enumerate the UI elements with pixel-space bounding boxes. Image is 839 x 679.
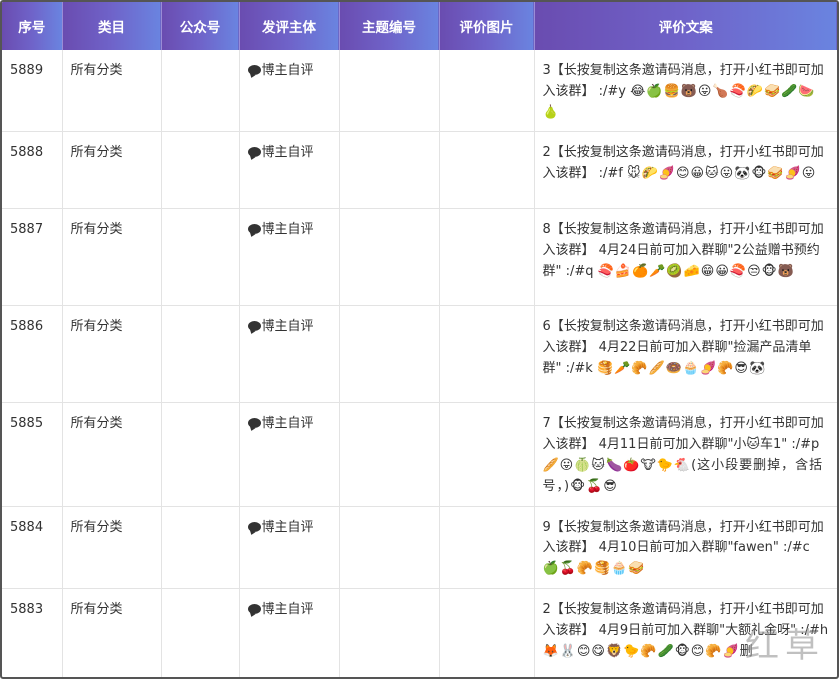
cell-account	[161, 588, 240, 677]
cell-copy[interactable]: 9【长按复制这条邀请码消息，打开小红书即可加入该群】 4月10日前可加入群聊"f…	[534, 506, 837, 589]
cell-topic	[339, 50, 440, 133]
cell-category: 所有分类	[62, 208, 162, 307]
cell-account	[161, 506, 240, 589]
cell-account	[161, 50, 240, 133]
review-table: 序号 类目 公众号 发评主体 主题编号 评价图片 评价文案 5889 所有分类 …	[2, 2, 837, 677]
copy-text: 9【长按复制这条邀请码消息，打开小红书即可加入该群】 4月10日前可加入群聊"f…	[542, 519, 824, 556]
table-row[interactable]: 5884 所有分类 博主自评 9【长按复制这条邀请码消息，打开小红书即可加入该群…	[2, 506, 837, 589]
cell-category: 所有分类	[62, 131, 162, 210]
cell-account	[161, 208, 240, 307]
cell-topic	[339, 506, 440, 589]
cell-copy[interactable]: 3【长按复制这条邀请码消息，打开小红书即可加入该群】 :/#y 😂🍏🍔🐻😛🍗🍣🌮…	[534, 50, 837, 133]
table-body: 5889 所有分类 博主自评 3【长按复制这条邀请码消息，打开小红书即可加入该群…	[2, 50, 837, 677]
cell-topic	[339, 402, 440, 507]
cell-id: 5883	[2, 588, 63, 677]
cell-category: 所有分类	[62, 305, 162, 404]
subject-label: 博主自评	[261, 319, 314, 335]
speech-bubble-icon	[247, 418, 261, 429]
emoji-string: 🥞🥕🥐🥖🍩🧁🍠🥐😎🐼	[596, 360, 767, 376]
table-row[interactable]: 5886 所有分类 博主自评 6【长按复制这条邀请码消息，打开小红书即可加入该群…	[2, 305, 837, 404]
header-copy[interactable]: 评价文案	[534, 2, 837, 50]
table-frame: 序号 类目 公众号 发评主体 主题编号 评价图片 评价文案 5889 所有分类 …	[0, 0, 839, 679]
cell-topic	[339, 131, 440, 210]
emoji-string: 🍏🍒🥐🥞🧁🥪	[542, 561, 646, 577]
speech-bubble-icon	[247, 321, 261, 332]
speech-bubble-icon	[247, 147, 261, 158]
table-row[interactable]: 5887 所有分类 博主自评 8【长按复制这条邀请码消息，打开小红书即可加入该群…	[2, 208, 837, 307]
cell-subject: 博主自评	[239, 506, 340, 589]
emoji-string: 🥖😛🍈🐱🍆🍅🐮🐤🐔(这小段要删掉，含括号，)🐵🍒😎	[542, 457, 824, 494]
cell-id: 5889	[2, 50, 63, 133]
cell-account	[161, 402, 240, 507]
cell-id: 5884	[2, 506, 63, 589]
cell-subject: 博主自评	[239, 131, 340, 210]
cell-image	[439, 588, 535, 677]
cell-copy[interactable]: 7【长按复制这条邀请码消息，打开小红书即可加入该群】 4月11日前可加入群聊"小…	[534, 402, 837, 507]
speech-bubble-icon	[247, 65, 261, 75]
header-category[interactable]: 类目	[62, 2, 162, 50]
cell-copy[interactable]: 2【长按复制这条邀请码消息，打开小红书即可加入该群】 4月9日前可加入群聊"大额…	[534, 588, 837, 677]
copy-text: 2【长按复制这条邀请码消息，打开小红书即可加入该群】 4月9日前可加入群聊"大额…	[542, 601, 829, 638]
header-subject[interactable]: 发评主体	[239, 2, 340, 50]
table-row[interactable]: 5888 所有分类 博主自评 2【长按复制这条邀请码消息，打开小红书即可加入该群…	[2, 131, 837, 210]
table-row[interactable]: 5883 所有分类 博主自评 2【长按复制这条邀请码消息，打开小红书即可加入该群…	[2, 588, 837, 677]
subject-label: 博主自评	[261, 63, 314, 78]
table-header: 序号 类目 公众号 发评主体 主题编号 评价图片 评价文案	[2, 2, 837, 50]
table-row[interactable]: 5889 所有分类 博主自评 3【长按复制这条邀请码消息，打开小红书即可加入该群…	[2, 50, 837, 133]
emoji-string: 🐭🌮🍠😊😀🐱😛🐼🐵🥪🍠😛	[627, 166, 817, 182]
cell-image	[439, 131, 535, 210]
cell-category: 所有分类	[62, 402, 162, 507]
cell-copy[interactable]: 6【长按复制这条邀请码消息，打开小红书即可加入该群】 4月22日前可加入群聊"捡…	[534, 305, 837, 404]
cell-id: 5888	[2, 131, 63, 210]
cell-topic	[339, 208, 440, 307]
header-id[interactable]: 序号	[2, 2, 63, 50]
cell-id: 5887	[2, 208, 63, 307]
subject-label: 博主自评	[261, 601, 314, 617]
cell-subject: 博主自评	[239, 588, 340, 677]
emoji-string: 🦊🐰😊😋🦁🐤🥐🥒🐵😊🥐🍠删	[542, 643, 754, 659]
cell-id: 5886	[2, 305, 63, 404]
cell-category: 所有分类	[62, 506, 162, 589]
cell-image	[439, 305, 535, 404]
cell-subject: 博主自评	[239, 50, 340, 133]
cell-image	[439, 402, 535, 507]
header-topic[interactable]: 主题编号	[339, 2, 440, 50]
cell-copy[interactable]: 2【长按复制这条邀请码消息，打开小红书即可加入该群】 :/#f 🐭🌮🍠😊😀🐱😛🐼…	[534, 131, 837, 210]
copy-text: 7【长按复制这条邀请码消息，打开小红书即可加入该群】 4月11日前可加入群聊"小…	[542, 416, 824, 453]
cell-subject: 博主自评	[239, 402, 340, 507]
cell-topic	[339, 588, 440, 677]
speech-bubble-icon	[247, 521, 261, 532]
cell-image	[439, 506, 535, 589]
cell-subject: 博主自评	[239, 305, 340, 404]
header-account[interactable]: 公众号	[161, 2, 240, 50]
subject-label: 博主自评	[261, 222, 314, 238]
header-image[interactable]: 评价图片	[439, 2, 535, 50]
subject-label: 博主自评	[261, 416, 314, 432]
table-row[interactable]: 5885 所有分类 博主自评 7【长按复制这条邀请码消息，打开小红书即可加入该群…	[2, 402, 837, 507]
cell-id: 5885	[2, 402, 63, 507]
cell-category: 所有分类	[62, 588, 162, 677]
cell-subject: 博主自评	[239, 208, 340, 307]
speech-bubble-icon	[247, 603, 261, 614]
subject-label: 博主自评	[261, 145, 314, 161]
cell-account	[161, 131, 240, 210]
cell-category: 所有分类	[62, 50, 162, 133]
speech-bubble-icon	[247, 224, 261, 235]
cell-image	[439, 208, 535, 307]
cell-copy[interactable]: 8【长按复制这条邀请码消息，打开小红书即可加入该群】 4月24日前可加入群聊"2…	[534, 208, 837, 307]
subject-label: 博主自评	[261, 519, 314, 535]
cell-topic	[339, 305, 440, 404]
cell-account	[161, 305, 240, 404]
emoji-string: 🍣🍰🍊🥕🥝🧀😁😀🍣😒🐵🐻	[597, 263, 795, 279]
cell-image	[439, 50, 535, 133]
